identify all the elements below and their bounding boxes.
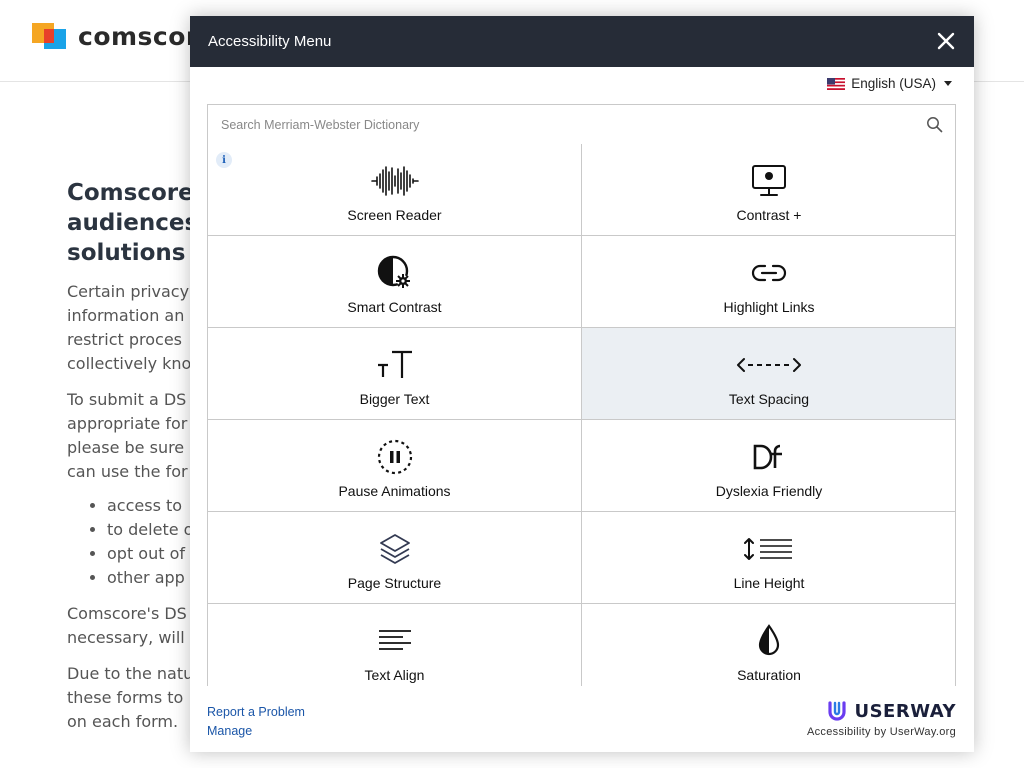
userway-brand[interactable]: USERWAY Accessibility by UserWay.org xyxy=(807,700,956,739)
tile-page-structure[interactable]: Page Structure xyxy=(208,512,582,604)
line-height-icon xyxy=(744,538,792,560)
tile-text-align[interactable]: Text Align xyxy=(208,604,582,686)
info-icon[interactable]: i xyxy=(216,152,232,168)
tile-saturation[interactable]: Saturation xyxy=(582,604,955,686)
dyslexia-icon xyxy=(753,444,782,470)
comscore-logo-icon xyxy=(32,22,68,51)
language-label: English (USA) xyxy=(851,76,936,91)
tile-label: Pause Animations xyxy=(338,483,451,499)
tile-contrast-plus[interactable]: Contrast + xyxy=(582,144,955,236)
tile-smart-contrast[interactable]: Smart Contrast xyxy=(208,236,582,328)
tile-line-height[interactable]: Line Height xyxy=(582,512,955,604)
tile-pause-animations[interactable]: Pause Animations xyxy=(208,420,582,512)
tile-label: Highlight Links xyxy=(723,299,815,315)
tile-label: Text Align xyxy=(364,667,425,683)
userway-logo-icon xyxy=(828,701,847,721)
tile-label: Saturation xyxy=(737,667,801,683)
features-grid: i Screen Reader Contrast + Smart Contras… xyxy=(207,144,956,686)
droplet-icon xyxy=(758,624,780,656)
tile-label: Contrast + xyxy=(736,207,802,223)
search-icon[interactable] xyxy=(926,116,943,133)
dialog-title: Accessibility Menu xyxy=(208,33,332,50)
language-selector[interactable]: English (USA) xyxy=(827,76,952,91)
tile-label: Text Spacing xyxy=(728,391,810,407)
sound-wave-icon xyxy=(370,166,419,196)
accessibility-menu-dialog: Accessibility Menu English (USA) Search … xyxy=(190,16,974,752)
brand-subtitle: Accessibility by UserWay.org xyxy=(807,726,956,738)
text-align-icon xyxy=(378,630,411,650)
tile-label: Page Structure xyxy=(347,575,442,591)
monitor-icon xyxy=(752,165,786,196)
pause-icon xyxy=(377,439,412,475)
brand-name: USERWAY xyxy=(854,700,956,722)
tile-label: Screen Reader xyxy=(347,207,442,223)
dialog-header: Accessibility Menu xyxy=(190,16,974,67)
manage-link[interactable]: Manage xyxy=(207,722,305,741)
tile-dyslexia-friendly[interactable]: Dyslexia Friendly xyxy=(582,420,955,512)
layers-icon xyxy=(379,534,410,564)
tile-label: Dyslexia Friendly xyxy=(715,483,823,499)
close-button[interactable] xyxy=(936,31,956,51)
bigger-text-icon xyxy=(377,350,412,378)
text-spacing-icon xyxy=(737,358,801,372)
close-icon xyxy=(937,32,955,50)
tile-bigger-text[interactable]: Bigger Text xyxy=(208,328,582,420)
footer-links: Report a Problem Manage xyxy=(207,703,305,741)
tile-label: Bigger Text xyxy=(359,391,430,407)
dictionary-search-input[interactable] xyxy=(221,117,911,132)
tile-label: Line Height xyxy=(733,575,805,591)
chevron-down-icon xyxy=(944,81,952,86)
tile-screen-reader[interactable]: i Screen Reader xyxy=(208,144,582,236)
tile-text-spacing[interactable]: Text Spacing xyxy=(582,328,955,420)
report-problem-link[interactable]: Report a Problem xyxy=(207,703,305,722)
us-flag-icon xyxy=(827,77,846,90)
link-icon xyxy=(751,264,787,282)
tile-label: Smart Contrast xyxy=(347,299,442,315)
comscore-logo[interactable]: comscore xyxy=(32,22,216,51)
tile-highlight-links[interactable]: Highlight Links xyxy=(582,236,955,328)
dictionary-search xyxy=(207,104,956,145)
smart-contrast-icon xyxy=(377,255,410,288)
